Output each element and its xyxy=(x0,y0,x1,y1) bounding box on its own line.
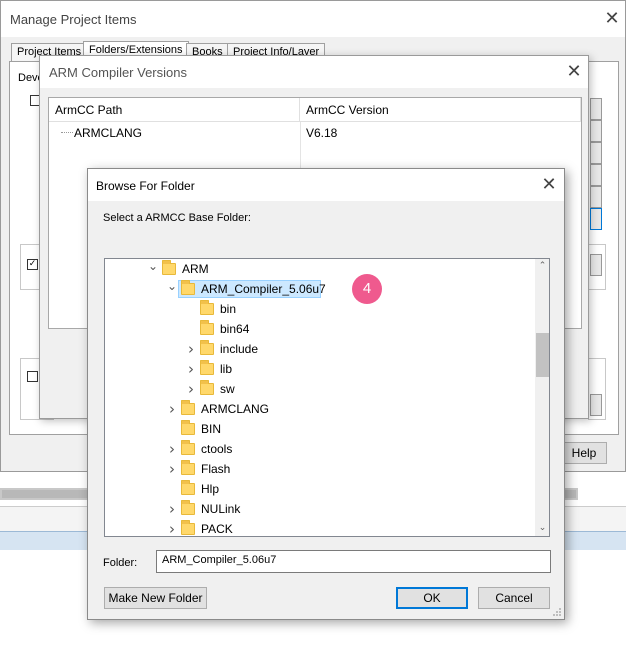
step-badge: 4 xyxy=(352,274,382,304)
tree-node-label: sw xyxy=(220,382,235,396)
tree-node-label: Hlp xyxy=(201,482,220,496)
window-title: Browse For Folder xyxy=(96,179,195,193)
folder-icon xyxy=(181,480,195,495)
close-icon[interactable]: ✕ xyxy=(563,61,585,83)
tree-node-label: lib xyxy=(220,362,233,376)
cancel-button[interactable]: Cancel xyxy=(478,587,550,609)
tree-node[interactable]: ⌄ ARM xyxy=(105,259,535,279)
folder-icon xyxy=(181,420,195,435)
folder-tree[interactable]: ⌄ ARM ⌄ ARM_Compiler_5.06u7bin bin64 › include… xyxy=(104,258,550,537)
tree-node[interactable]: › lib xyxy=(105,359,535,379)
side-button[interactable] xyxy=(590,164,602,186)
folder-icon xyxy=(200,380,214,395)
chevron-right-icon[interactable]: › xyxy=(186,339,196,359)
version-cell: V6.18 xyxy=(306,126,338,140)
folder-icon xyxy=(181,400,195,415)
chevron-down-icon[interactable]: ⌄ xyxy=(148,259,158,279)
column-header-version[interactable]: ArmCC Version xyxy=(300,98,581,122)
tree-node-label: bin xyxy=(220,302,237,316)
chevron-right-icon[interactable]: › xyxy=(167,459,177,479)
folder-icon xyxy=(162,260,176,275)
scroll-up-icon[interactable]: ⌃ xyxy=(535,259,549,274)
dialog-description: Select a ARMCC Base Folder: xyxy=(103,212,251,224)
side-button[interactable] xyxy=(590,98,602,120)
scroll-down-icon[interactable]: ⌄ xyxy=(535,521,549,536)
title-bar: Manage Project Items ✕ xyxy=(1,1,625,37)
side-button[interactable] xyxy=(590,142,602,164)
tree-node-label: BIN xyxy=(201,422,222,436)
tree-node[interactable]: bin64 xyxy=(105,319,535,339)
vertical-scrollbar[interactable]: ⌃ ⌄ xyxy=(535,259,549,536)
tree-node-label: PACK xyxy=(201,522,233,536)
path-cell: ARMCLANG xyxy=(74,126,143,140)
tree-node[interactable]: ⌄ ARM_Compiler_5.06u7 xyxy=(105,279,535,299)
title-bar: ARM Compiler Versions ✕ xyxy=(40,56,588,88)
tree-node[interactable]: › NULink xyxy=(105,499,535,519)
folder-icon xyxy=(181,280,195,295)
folder-icon xyxy=(200,340,214,355)
column-header-path[interactable]: ArmCC Path xyxy=(49,98,300,122)
tree-connector xyxy=(61,132,73,133)
side-button[interactable] xyxy=(590,186,602,208)
tree-node[interactable]: bin xyxy=(105,299,535,319)
tree-node-label: include xyxy=(220,342,259,356)
tree-node-label: Flash xyxy=(201,462,231,476)
folder-label: Folder: xyxy=(103,557,138,569)
chevron-right-icon[interactable]: › xyxy=(167,519,177,536)
side-button[interactable] xyxy=(590,394,602,416)
close-icon[interactable]: ✕ xyxy=(601,8,623,30)
close-icon[interactable]: ✕ xyxy=(538,174,560,196)
tree-node[interactable]: › include xyxy=(105,339,535,359)
table-row[interactable]: ARMCLANG V6.18 xyxy=(49,123,581,143)
tree-node[interactable]: › ctools xyxy=(105,439,535,459)
folder-icon xyxy=(200,300,214,315)
tree-node-label: NULink xyxy=(201,502,241,516)
tree-node[interactable]: BIN xyxy=(105,419,535,439)
tree-node-label: bin64 xyxy=(220,322,250,336)
resize-grip-icon[interactable] xyxy=(552,607,562,617)
chevron-right-icon[interactable]: › xyxy=(167,499,177,519)
help-button[interactable]: Help xyxy=(561,442,607,464)
folder-icon xyxy=(181,440,195,455)
folder-icon xyxy=(181,520,195,535)
folder-icon xyxy=(200,360,214,375)
ok-button[interactable]: OK xyxy=(396,587,468,609)
title-bar: Browse For Folder ✕ xyxy=(88,169,564,201)
window-title: ARM Compiler Versions xyxy=(49,65,187,80)
tree-node-label: ARM_Compiler_5.06u7 xyxy=(201,282,326,296)
window-title: Manage Project Items xyxy=(10,12,137,27)
chevron-down-icon[interactable]: ⌄ xyxy=(167,279,177,299)
side-button[interactable] xyxy=(590,254,602,276)
tree-node[interactable]: › PACK xyxy=(105,519,535,536)
make-new-folder-button[interactable]: Make New Folder xyxy=(104,587,207,609)
tree-node-label: ARM xyxy=(182,262,209,276)
browse-for-folder-dialog: Browse For Folder ✕ Select a ARMCC Base … xyxy=(87,168,565,620)
chevron-right-icon[interactable]: › xyxy=(186,359,196,379)
scrollbar-thumb[interactable] xyxy=(536,333,549,377)
folder-icon xyxy=(181,460,195,475)
tree-node[interactable]: Hlp xyxy=(105,479,535,499)
side-button[interactable] xyxy=(590,208,602,230)
chevron-right-icon[interactable]: › xyxy=(167,439,177,459)
tree-node[interactable]: › Flash xyxy=(105,459,535,479)
side-button[interactable] xyxy=(590,120,602,142)
folder-icon xyxy=(200,320,214,335)
tree-node[interactable]: › sw xyxy=(105,379,535,399)
tree-node[interactable]: › ARMCLANG xyxy=(105,399,535,419)
tree-node-label: ARMCLANG xyxy=(201,402,270,416)
chevron-right-icon[interactable]: › xyxy=(186,379,196,399)
folder-icon xyxy=(181,500,195,515)
tree-node-label: ctools xyxy=(201,442,233,456)
chevron-right-icon[interactable]: › xyxy=(167,399,177,419)
folder-path-input[interactable]: ARM_Compiler_5.06u7 xyxy=(156,550,551,573)
